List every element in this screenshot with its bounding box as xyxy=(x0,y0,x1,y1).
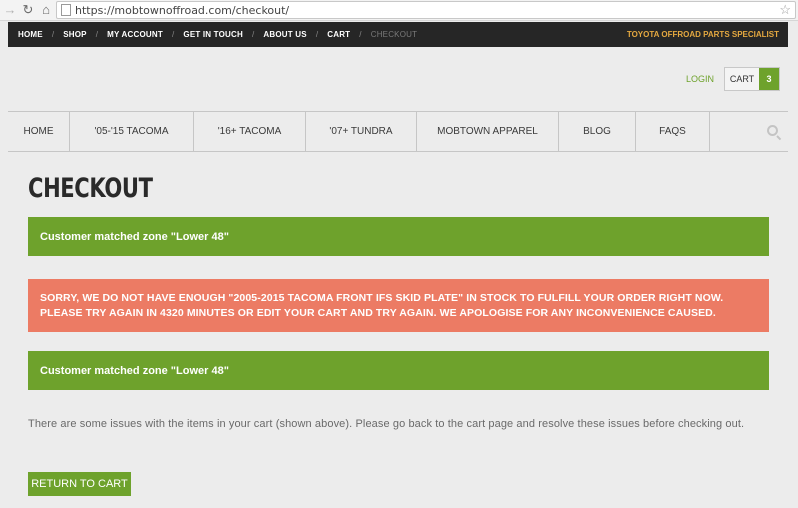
main-navigation: Home '05-'15 Tacoma '16+ Tacoma '07+ Tun… xyxy=(8,111,788,152)
topbar-link-label[interactable]: My Account xyxy=(107,30,163,39)
topbar-link-label[interactable]: Shop xyxy=(63,30,86,39)
site-tagline: Toyota Offroad Parts Specialist xyxy=(626,30,779,39)
top-utility-bar: Home / Shop / My Account / Get in Touch / Ab… xyxy=(8,22,788,47)
topbar-link-label[interactable]: Home xyxy=(18,30,43,39)
search-icon[interactable] xyxy=(767,125,778,136)
nav-search[interactable] xyxy=(710,112,788,151)
topbar-link-shop[interactable]: Shop / xyxy=(63,30,107,39)
nav-item-07-tundra[interactable]: '07+ Tundra xyxy=(306,112,417,151)
login-link[interactable]: Login xyxy=(686,74,714,84)
back-icon[interactable]: → xyxy=(2,2,18,18)
nav-item-mobtown-apparel[interactable]: Mobtown Apparel xyxy=(417,112,559,151)
topbar-link-checkout: Checkout xyxy=(371,30,418,39)
return-to-cart-button[interactable]: Return to Cart xyxy=(28,472,131,496)
topbar-link-home[interactable]: Home / xyxy=(18,30,63,39)
page-title: Checkout xyxy=(28,173,153,204)
separator: / xyxy=(251,30,255,39)
topbar-link-label: Checkout xyxy=(370,30,418,39)
home-icon[interactable]: ⌂ xyxy=(38,2,54,18)
topbar-link-about-us[interactable]: About Us / xyxy=(263,30,327,39)
reload-icon[interactable]: ↻ xyxy=(20,2,36,18)
topbar-link-my-account[interactable]: My Account / xyxy=(107,30,183,39)
zone-match-notice: Customer matched zone "Lower 48" xyxy=(28,217,769,256)
topbar-link-label[interactable]: Cart xyxy=(327,30,350,39)
nav-item-05-15-tacoma[interactable]: '05-'15 Tacoma xyxy=(70,112,194,151)
separator: / xyxy=(359,30,362,39)
nav-item-blog[interactable]: Blog xyxy=(559,112,636,151)
cart-issues-message: There are some issues with the items in … xyxy=(28,418,745,430)
topbar-link-get-in-touch[interactable]: Get in Touch / xyxy=(183,30,263,39)
topbar-link-label[interactable]: Get in Touch xyxy=(183,30,243,39)
separator: / xyxy=(95,30,99,39)
bookmark-star-icon[interactable]: ☆ xyxy=(779,2,791,18)
separator: / xyxy=(51,30,55,39)
browser-toolbar: → ↻ ⌂ https://mobtownoffroad.com/checkou… xyxy=(0,0,798,21)
page-icon xyxy=(61,4,71,16)
address-bar[interactable]: https://mobtownoffroad.com/checkout/ ☆ xyxy=(56,1,796,19)
zone-match-notice: Customer matched zone "Lower 48" xyxy=(28,351,769,390)
nav-item-faqs[interactable]: FAQs xyxy=(636,112,710,151)
separator: / xyxy=(315,30,319,39)
cart-button[interactable]: Cart 3 xyxy=(724,67,780,91)
url-text[interactable]: https://mobtownoffroad.com/checkout/ xyxy=(75,4,289,17)
nav-item-home[interactable]: Home xyxy=(8,112,70,151)
nav-item-16-tacoma[interactable]: '16+ Tacoma xyxy=(194,112,306,151)
cart-count-badge[interactable]: 3 xyxy=(759,68,779,90)
cart-label[interactable]: Cart xyxy=(725,68,759,90)
stock-error-notice: Sorry, we do not have enough "2005-2015 … xyxy=(28,279,769,332)
topbar-link-label[interactable]: About Us xyxy=(263,30,306,39)
topbar-link-cart[interactable]: Cart / xyxy=(327,30,370,39)
separator: / xyxy=(171,30,175,39)
